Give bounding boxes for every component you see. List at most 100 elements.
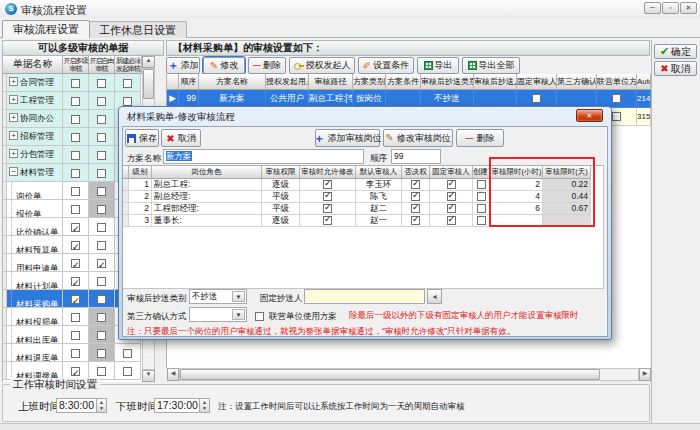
checkbox[interactable] — [323, 192, 332, 201]
checkbox[interactable] — [97, 187, 106, 196]
checkbox[interactable] — [71, 367, 80, 376]
add-post-button[interactable]: ＋添加审核岗位 — [315, 129, 380, 147]
fixed-cc-input[interactable] — [304, 289, 425, 304]
checkbox[interactable] — [447, 180, 456, 189]
checkbox[interactable] — [97, 169, 106, 178]
authorize-initiator-button[interactable]: 授权发起人 — [289, 57, 355, 74]
post-col-header[interactable]: 审核时允许修改 — [300, 166, 356, 179]
checkbox[interactable] — [97, 295, 106, 304]
checkbox[interactable] — [97, 241, 106, 250]
tab-holiday-settings[interactable]: 工作休息日设置 — [88, 21, 187, 38]
checkbox[interactable] — [447, 192, 456, 201]
export-all-button[interactable]: 导出全部 — [462, 57, 520, 74]
checkbox[interactable] — [71, 169, 80, 178]
modify-post-button[interactable]: ✎修改审核岗位 — [383, 129, 453, 147]
plan-col-header[interactable]: 审核后抄送类别 — [421, 74, 474, 90]
plan-col-header[interactable]: 审核后抄送人 — [474, 74, 517, 90]
close-button[interactable]: ✕ — [680, 2, 697, 14]
tree-row-合同管理[interactable]: +合同管理 — [3, 74, 142, 92]
checkbox[interactable] — [323, 216, 332, 225]
plan-col-header[interactable]: 方案条件 — [386, 74, 421, 90]
checkbox[interactable] — [71, 277, 80, 286]
left-scrollbar-thumb[interactable] — [143, 69, 154, 99]
checkbox[interactable] — [123, 97, 132, 106]
checkbox[interactable] — [97, 367, 106, 376]
expand-icon[interactable]: + — [9, 149, 18, 158]
checkbox[interactable] — [71, 295, 80, 304]
checkbox[interactable] — [71, 241, 80, 250]
checkbox[interactable] — [97, 259, 106, 268]
expand-icon[interactable]: + — [9, 131, 18, 140]
plan-col-header[interactable]: 审核路径 — [309, 74, 353, 90]
checkbox[interactable] — [447, 216, 456, 225]
checkbox[interactable] — [411, 204, 420, 213]
post-col-header[interactable]: 级别 — [129, 166, 152, 179]
scroll-down-icon[interactable]: ▼ — [142, 370, 155, 382]
checkbox[interactable] — [447, 204, 456, 213]
plan-col-header[interactable]: 固定审核人 — [517, 74, 557, 90]
start-time-spinner[interactable]: ▲▼ — [96, 398, 107, 413]
end-time-input[interactable]: 17:30:00 — [154, 398, 200, 413]
plan-col-header[interactable]: 顺序 — [179, 74, 199, 90]
col-doc-name[interactable]: 单据名称 — [3, 56, 63, 74]
checkbox[interactable] — [71, 349, 80, 358]
checkbox[interactable] — [71, 151, 80, 160]
checkbox[interactable] — [97, 331, 106, 340]
checkbox[interactable] — [123, 349, 132, 358]
checkbox[interactable] — [71, 115, 80, 124]
tree-row-材料退库单[interactable]: 材料退库单 — [3, 344, 142, 362]
expand-icon[interactable]: + — [9, 77, 18, 86]
copy-type-select[interactable]: 不抄送▼ — [189, 289, 247, 304]
dialog-close-button[interactable]: ✕ — [576, 109, 603, 122]
cc-picker-button[interactable]: ◂ — [427, 289, 442, 304]
order-input[interactable]: 99 — [391, 149, 441, 164]
plan-col-header[interactable]: 第三方确认 — [557, 74, 597, 90]
checkbox[interactable] — [71, 205, 80, 214]
checkbox[interactable] — [71, 223, 80, 232]
maximize-button[interactable]: ▫ — [662, 2, 679, 14]
checkbox[interactable] — [97, 151, 106, 160]
post-col-header[interactable]: 审核权限 — [262, 166, 300, 179]
collapse-icon[interactable]: − — [9, 167, 18, 176]
checkbox[interactable] — [97, 277, 106, 286]
checkbox[interactable] — [532, 94, 541, 103]
checkbox[interactable] — [71, 97, 80, 106]
checkbox[interactable] — [71, 313, 80, 322]
start-time-input[interactable]: 8:30:00 — [56, 398, 97, 413]
ok-button[interactable]: ✔确定 — [654, 44, 697, 59]
end-time-spinner[interactable]: ▲▼ — [199, 398, 210, 413]
checkbox[interactable] — [123, 367, 132, 376]
col-free-audit[interactable]: 开启自由审核 — [89, 56, 115, 74]
third-confirm-select[interactable]: ▼ — [189, 307, 247, 322]
plan-col-header[interactable]: Auto — [637, 74, 651, 90]
plan-name-input[interactable]: 新方案 — [163, 149, 364, 164]
col-must-launch[interactable]: 新建必须发起审核 — [115, 56, 142, 74]
checkbox[interactable] — [477, 216, 486, 225]
checkbox[interactable] — [71, 79, 80, 88]
post-col-header[interactable]: 默认审核人 — [356, 166, 402, 179]
scroll-left-icon[interactable]: ◀ — [167, 368, 179, 381]
checkbox[interactable] — [97, 205, 106, 214]
checkbox[interactable] — [411, 180, 420, 189]
plan-col-header[interactable]: 授权发起用户 — [266, 74, 309, 90]
plan-col-header[interactable]: 方案类别 — [353, 74, 386, 90]
checkbox[interactable] — [71, 133, 80, 142]
checkbox[interactable] — [97, 79, 106, 88]
joint-plan-checkbox[interactable] — [255, 312, 264, 321]
post-col-header[interactable]: 固定审核人 — [430, 166, 473, 179]
post-col-header[interactable]: 岗位角色 — [152, 166, 262, 179]
checkbox[interactable] — [477, 180, 486, 189]
post-col-header[interactable]: 否决权 — [402, 166, 430, 179]
col-multilevel[interactable]: 开启多级审核 — [63, 56, 89, 74]
checkbox[interactable] — [97, 133, 106, 142]
expand-icon[interactable]: + — [9, 113, 18, 122]
expand-icon[interactable]: + — [9, 95, 18, 104]
dialog-cancel-button[interactable]: ✖取消 — [161, 129, 201, 147]
minimize-button[interactable]: ─ — [644, 2, 661, 14]
checkbox[interactable] — [71, 187, 80, 196]
h-scrollbar-thumb[interactable] — [180, 369, 600, 380]
checkbox[interactable] — [612, 112, 621, 121]
modify-button[interactable]: ✎修改 — [203, 57, 245, 74]
checkbox[interactable] — [97, 97, 106, 106]
checkbox[interactable] — [71, 331, 80, 340]
